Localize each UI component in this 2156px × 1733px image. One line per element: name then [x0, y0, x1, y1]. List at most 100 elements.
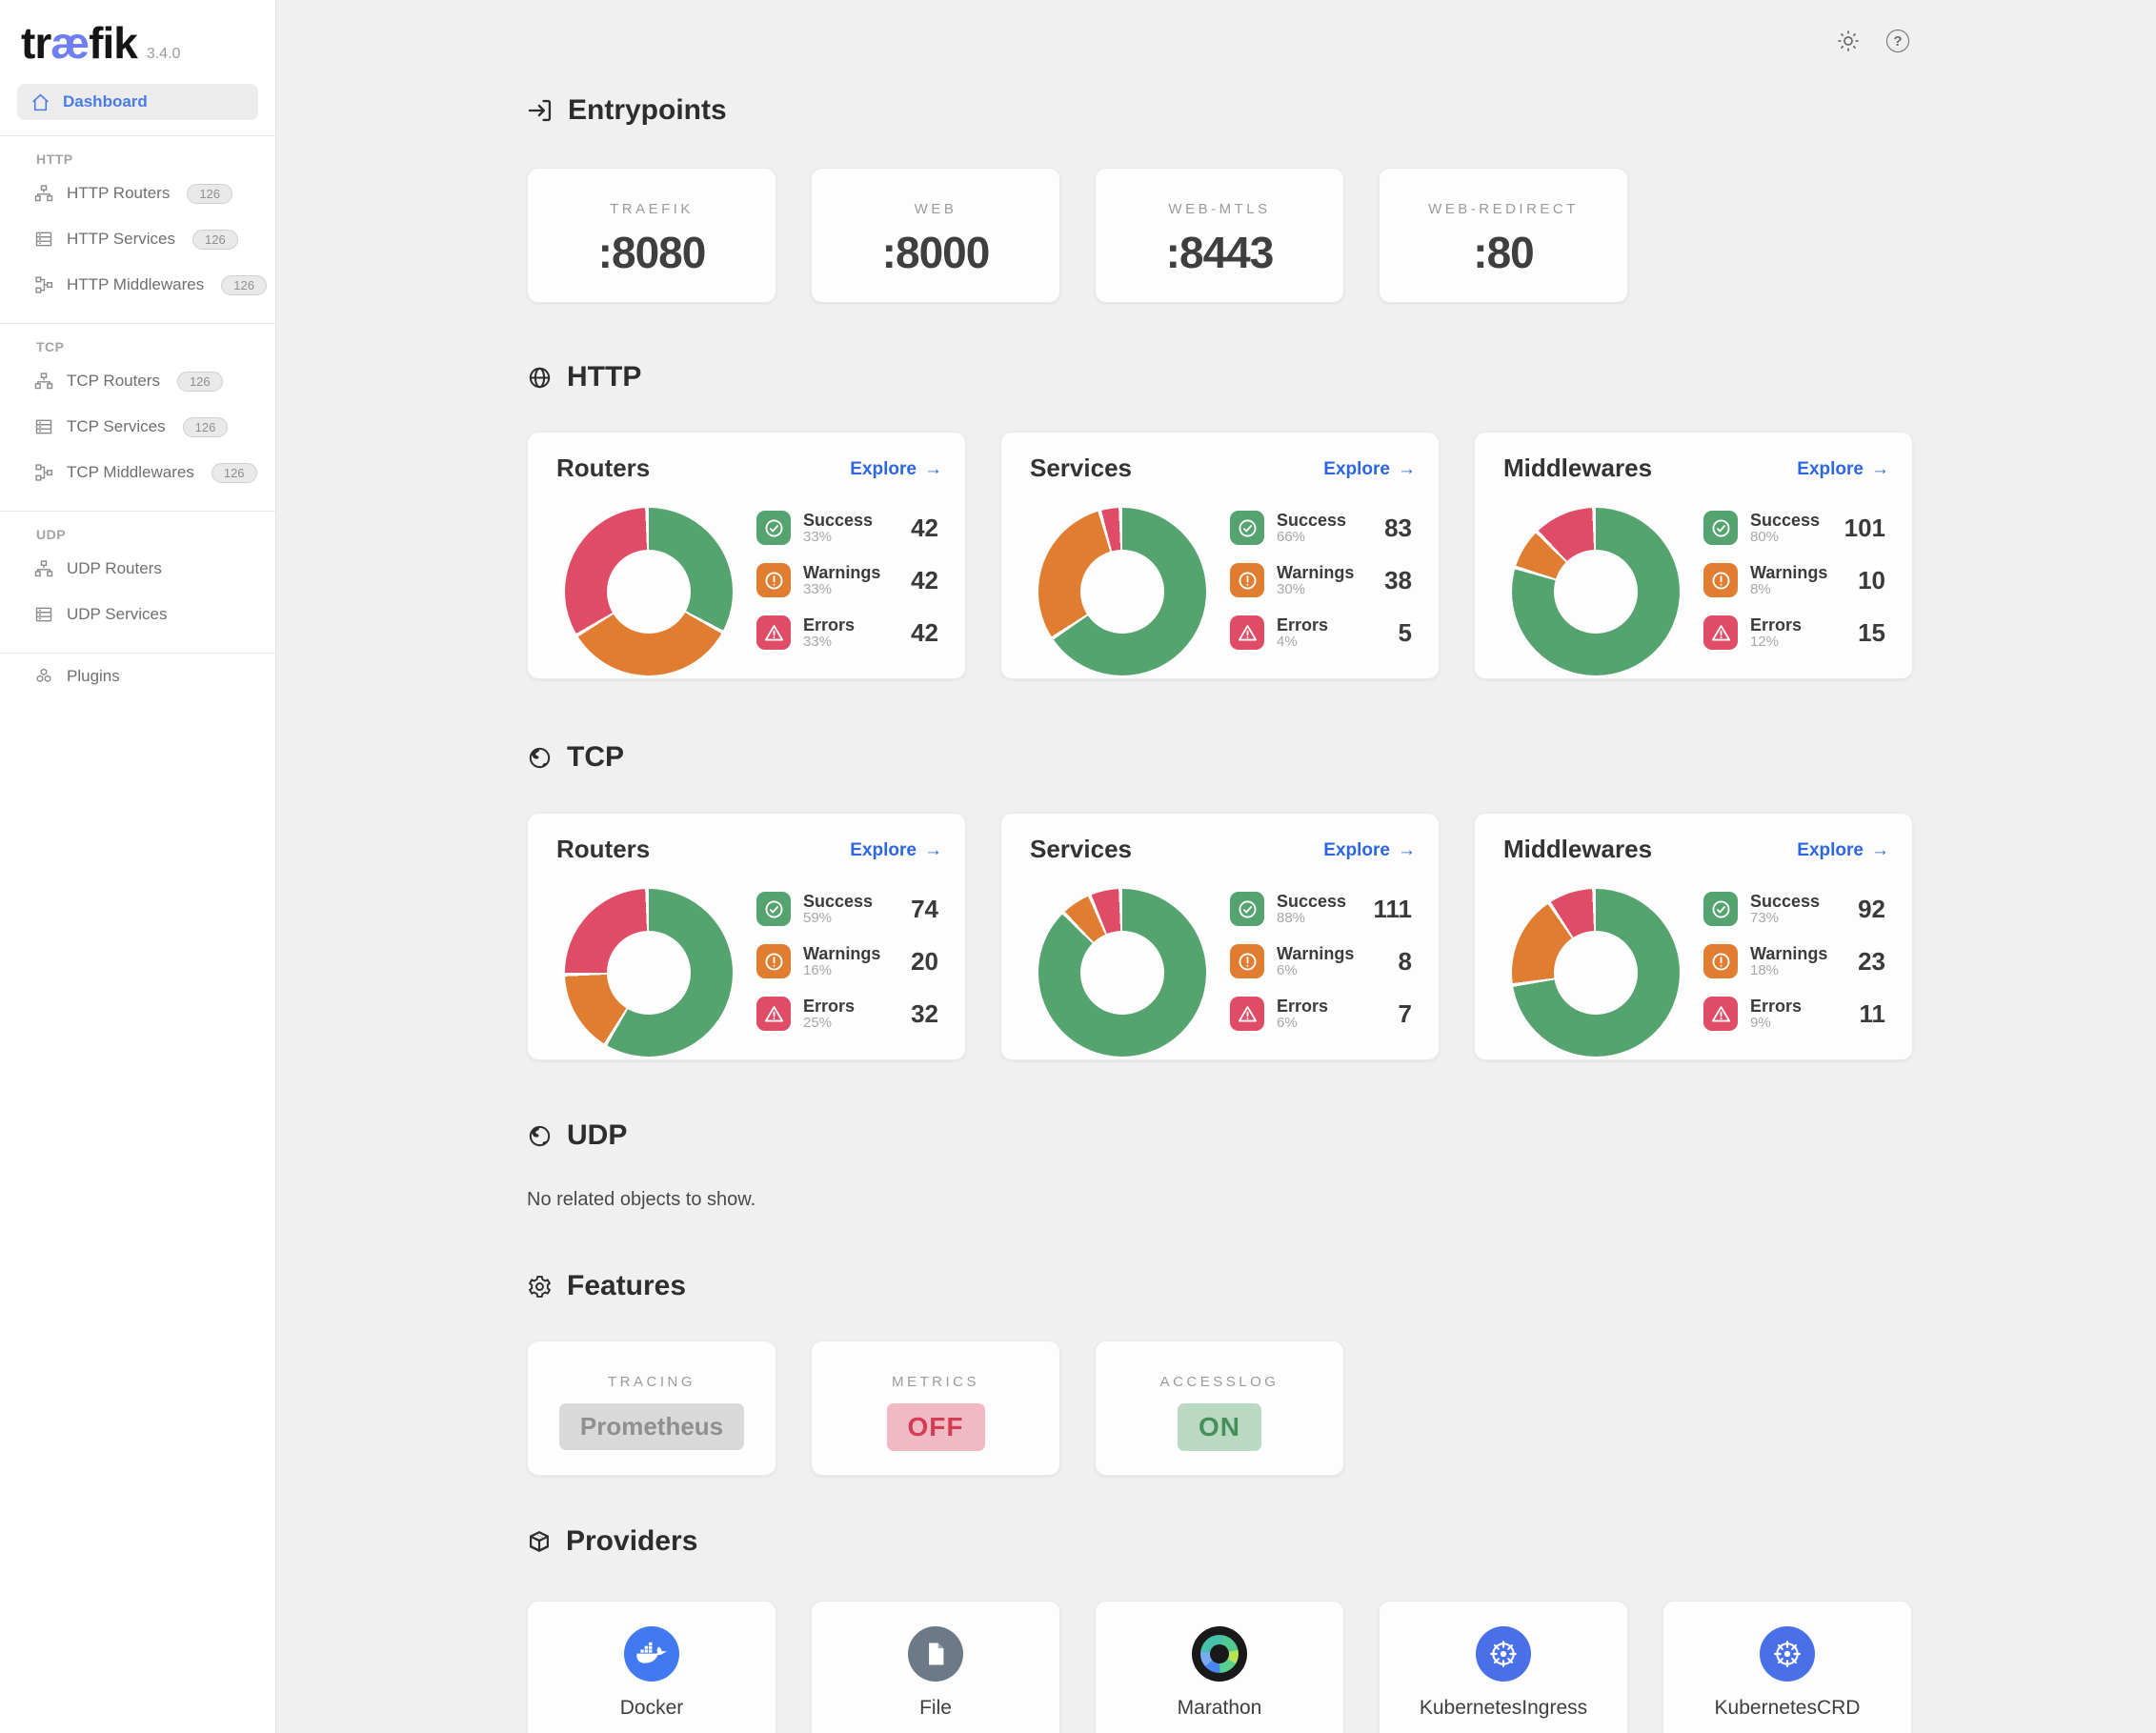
sidebar-item-plugins[interactable]: Plugins — [0, 654, 275, 699]
entrypoints-icon — [527, 97, 554, 124]
warning-icon — [756, 944, 791, 978]
stat-errors: Errors33% 42 — [756, 615, 938, 650]
sidebar-item-udp-routers[interactable]: UDP Routers — [0, 546, 275, 592]
donut-chart — [565, 508, 733, 675]
stat-warnings: Warnings30% 38 — [1230, 563, 1412, 597]
stats-list: Success33% 42 Warnings33% 42 Errors33% 4… — [756, 511, 938, 668]
package-icon — [527, 1529, 552, 1554]
warning-icon — [756, 563, 791, 597]
count-badge: 126 — [187, 184, 232, 204]
providers-cards: Docker File Marathon KubernetesIngre — [527, 1601, 1912, 1733]
sidebar-divider — [0, 511, 275, 512]
count-badge: 126 — [183, 417, 229, 437]
count-badge: 126 — [221, 275, 267, 295]
success-icon — [756, 511, 791, 545]
sidebar-item-http-routers[interactable]: HTTP Routers 126 — [0, 171, 275, 216]
entrypoint-card-web-mtls: WEB-MTLS :8443 — [1095, 168, 1344, 303]
warning-icon — [1703, 944, 1738, 978]
stat-warnings: Warnings33% 42 — [756, 563, 938, 597]
routers-icon — [34, 184, 53, 203]
stat-value: 20 — [911, 947, 938, 977]
globe-earth-icon — [527, 745, 553, 771]
tcp-routers-card: Routers Explore→ Success59% 74 Warnings1… — [527, 813, 966, 1060]
sidebar-item-dashboard[interactable]: Dashboard — [17, 84, 258, 120]
sidebar-item-tcp-routers[interactable]: TCP Routers 126 — [0, 358, 275, 404]
provider-card-kubernetes-ingress: KubernetesIngress — [1379, 1601, 1628, 1733]
app-version: 3.4.0 — [147, 46, 181, 63]
entrypoint-port: :8443 — [1166, 227, 1274, 278]
file-icon — [908, 1626, 963, 1682]
arrow-right-icon: → — [1398, 840, 1416, 861]
explore-link[interactable]: Explore→ — [850, 840, 942, 861]
middlewares-icon — [34, 463, 53, 482]
theme-toggle-button[interactable] — [1836, 29, 1861, 53]
explore-link[interactable]: Explore→ — [1323, 459, 1416, 480]
success-icon — [1230, 511, 1264, 545]
feature-value-badge: ON — [1178, 1403, 1261, 1451]
tcp-header: TCP — [527, 738, 624, 776]
stat-value: 38 — [1384, 566, 1412, 595]
services-icon — [34, 417, 53, 436]
features-cards: TRACING Prometheus METRICS OFF ACCESSLOG… — [527, 1340, 1344, 1476]
stat-value: 42 — [911, 618, 938, 648]
stat-value: 111 — [1373, 895, 1412, 924]
stat-errors: Errors4% 5 — [1230, 615, 1412, 650]
globe-earth-icon — [527, 1123, 553, 1149]
stats-list: Success73% 92 Warnings18% 23 Errors9% 11 — [1703, 892, 1885, 1049]
udp-header: UDP — [527, 1117, 627, 1155]
sidebar-item-http-middlewares[interactable]: HTTP Middlewares 126 — [0, 262, 275, 308]
stat-value: 5 — [1399, 618, 1412, 648]
entrypoint-name: WEB-REDIRECT — [1428, 201, 1579, 217]
feature-name: TRACING — [608, 1374, 695, 1390]
help-button[interactable]: ? — [1885, 29, 1910, 53]
sidebar-item-tcp-services[interactable]: TCP Services 126 — [0, 404, 275, 450]
stat-value: 11 — [1860, 999, 1886, 1029]
stat-value: 15 — [1858, 618, 1885, 648]
error-icon — [1230, 997, 1264, 1031]
card-title: Middlewares — [1503, 453, 1652, 483]
main-content: ? Entrypoints TRAEFIK :8080 WEB :8000 WE… — [276, 0, 2156, 1733]
plugins-icon — [34, 667, 53, 686]
explore-link[interactable]: Explore→ — [1323, 840, 1416, 861]
stat-value: 8 — [1399, 947, 1412, 977]
stat-success: Success66% 83 — [1230, 511, 1412, 545]
home-icon — [30, 92, 50, 112]
sidebar-item-tcp-middlewares[interactable]: TCP Middlewares 126 — [0, 450, 275, 495]
warning-icon — [1230, 944, 1264, 978]
provider-name: KubernetesCRD — [1715, 1697, 1861, 1720]
feature-value-badge: Prometheus — [559, 1403, 744, 1450]
udp-empty-message: No related objects to show. — [527, 1189, 756, 1211]
entrypoints-header: Entrypoints — [527, 91, 727, 130]
explore-link[interactable]: Explore→ — [1797, 840, 1889, 861]
kubernetes-icon — [1476, 1626, 1531, 1682]
middlewares-icon — [34, 275, 53, 294]
sidebar-item-udp-services[interactable]: UDP Services — [0, 592, 275, 637]
count-badge: 126 — [177, 372, 223, 392]
provider-card-docker: Docker — [527, 1601, 776, 1733]
stats-list: Success88% 111 Warnings6% 8 Errors6% 7 — [1230, 892, 1412, 1049]
error-icon — [1703, 997, 1738, 1031]
feature-card-metrics: METRICS OFF — [811, 1340, 1060, 1476]
explore-link[interactable]: Explore→ — [850, 459, 942, 480]
explore-link[interactable]: Explore→ — [1797, 459, 1889, 480]
entrypoint-port: :8080 — [598, 227, 706, 278]
arrow-right-icon: → — [924, 840, 942, 861]
feature-name: METRICS — [892, 1374, 979, 1390]
donut-chart — [1512, 508, 1680, 675]
provider-card-marathon: Marathon — [1095, 1601, 1344, 1733]
stat-value: 23 — [1858, 947, 1885, 977]
sidebar-section-tcp: TCP — [36, 339, 275, 354]
donut-chart — [1512, 889, 1680, 1057]
count-badge: 126 — [192, 230, 238, 250]
providers-header: Providers — [527, 1522, 697, 1561]
feature-card-tracing: TRACING Prometheus — [527, 1340, 776, 1476]
logo-text: træfik — [21, 21, 137, 65]
entrypoint-port: :80 — [1473, 227, 1533, 278]
http-middlewares-card: Middlewares Explore→ Success80% 101 Warn… — [1474, 432, 1913, 679]
sidebar-item-http-services[interactable]: HTTP Services 126 — [0, 216, 275, 262]
topbar-actions: ? — [1836, 29, 1910, 53]
feature-value-badge: OFF — [887, 1403, 985, 1451]
feature-name: ACCESSLOG — [1160, 1374, 1279, 1390]
success-icon — [1230, 892, 1264, 926]
arrow-right-icon: → — [1871, 459, 1889, 480]
